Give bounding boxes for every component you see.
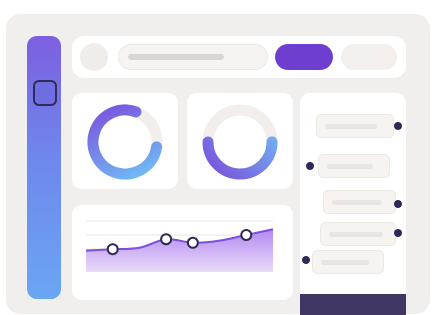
data-point[interactable] xyxy=(240,228,253,241)
secondary-button[interactable] xyxy=(341,44,397,70)
list-item[interactable] xyxy=(323,190,396,214)
sidebar-item-dashboard[interactable] xyxy=(33,80,57,106)
list-item-text-placeholder xyxy=(325,124,377,129)
avatar-icon[interactable] xyxy=(80,43,108,71)
donut-chart-2 xyxy=(202,104,278,180)
area-chart xyxy=(85,220,274,272)
list-item-text-placeholder xyxy=(329,232,383,237)
list-item-dot-icon xyxy=(394,200,402,208)
list-item-text-placeholder xyxy=(332,200,382,205)
dashboard-illustration xyxy=(0,0,436,315)
list-footer-bar xyxy=(300,294,406,315)
list-item[interactable] xyxy=(312,250,384,274)
list-item-dot-icon xyxy=(394,229,402,237)
list-item-dot-icon xyxy=(302,256,310,264)
list-item-text-placeholder xyxy=(327,164,373,169)
list-item-text-placeholder xyxy=(321,260,369,265)
data-point[interactable] xyxy=(186,236,199,249)
list-item[interactable] xyxy=(320,222,396,246)
list-item[interactable] xyxy=(316,114,394,138)
data-point[interactable] xyxy=(160,233,173,246)
donut-chart-1 xyxy=(87,104,163,180)
data-point[interactable] xyxy=(106,243,119,256)
list-item-dot-icon xyxy=(394,122,402,130)
search-placeholder-bar xyxy=(128,54,224,60)
sidebar xyxy=(27,36,61,299)
list-item-dot-icon xyxy=(306,162,314,170)
primary-button[interactable] xyxy=(275,44,333,70)
list-item[interactable] xyxy=(318,154,390,178)
